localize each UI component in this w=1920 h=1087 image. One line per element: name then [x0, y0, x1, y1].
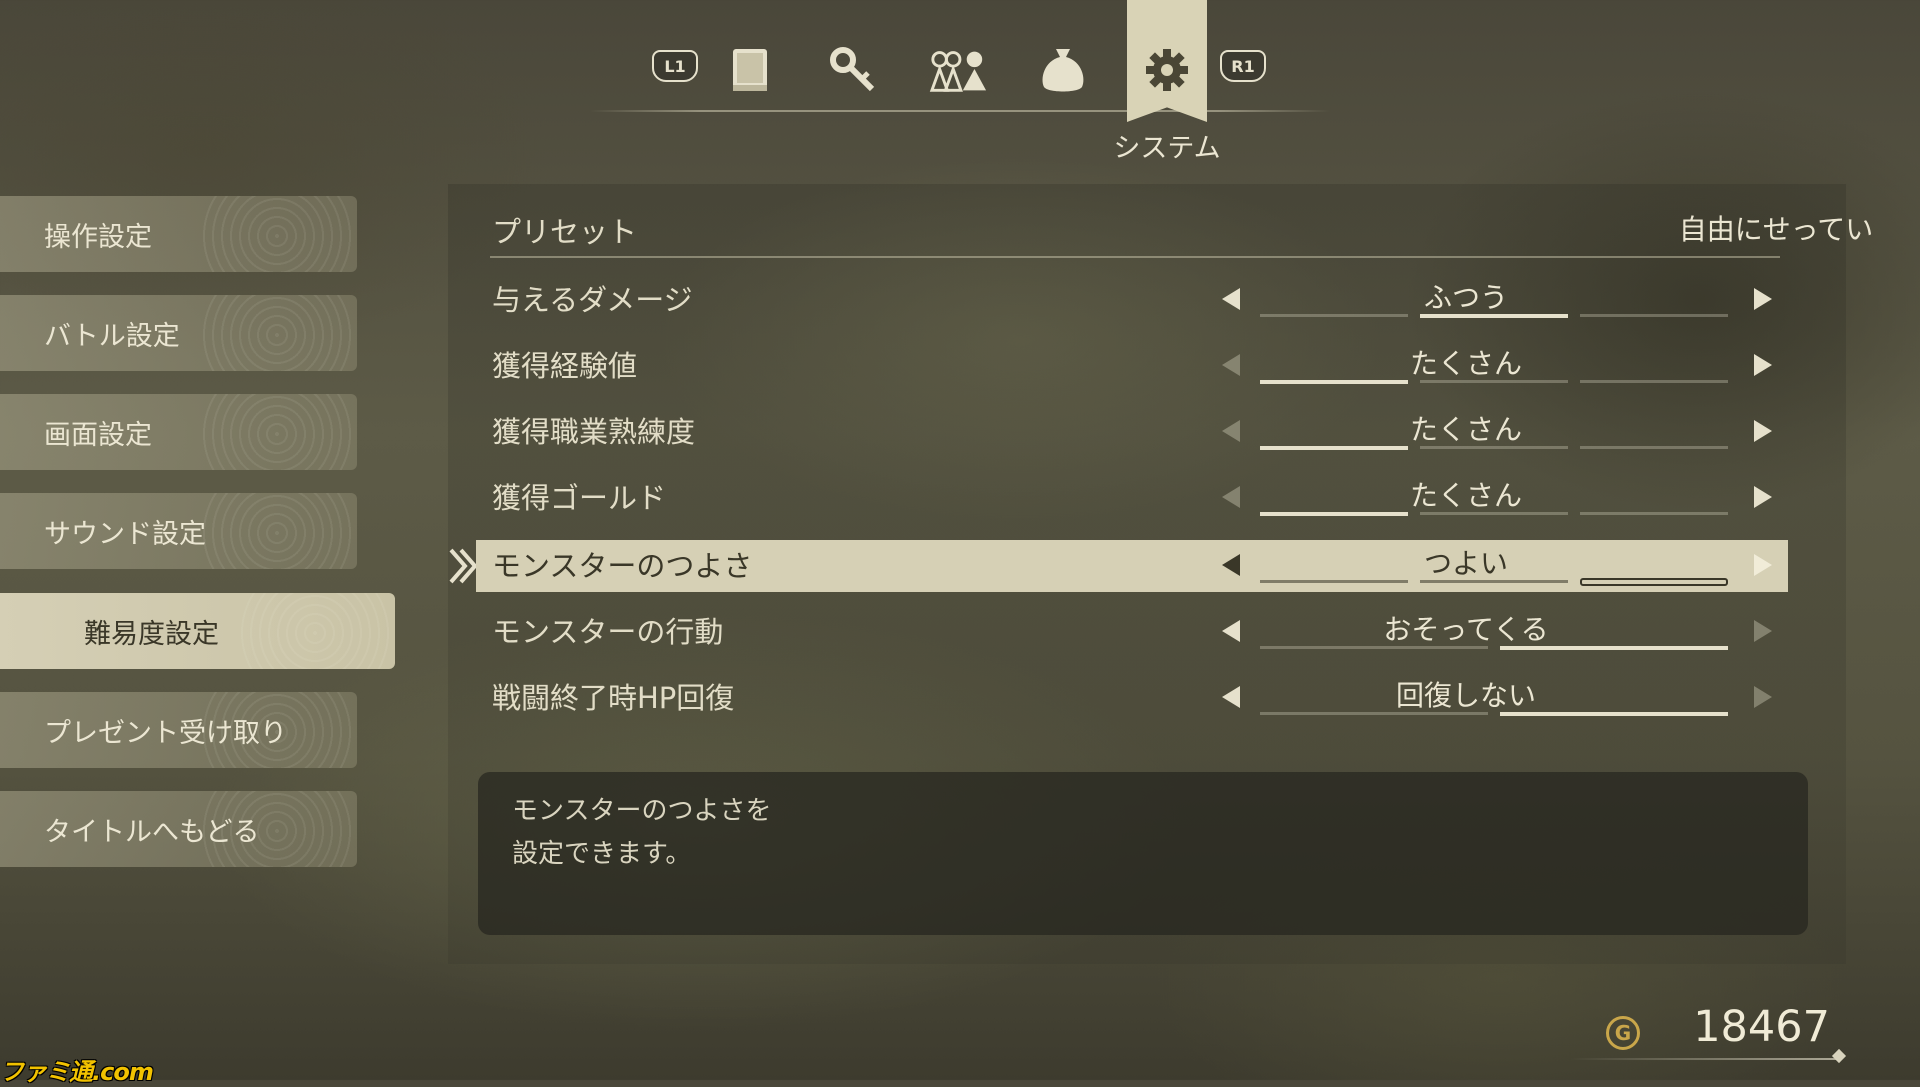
- gold-amount: 18467: [1693, 1002, 1830, 1052]
- sidebar-item-battle[interactable]: バトル設定: [0, 295, 357, 371]
- gold-diamond-ornament: [1831, 1048, 1847, 1064]
- gear-icon: [1146, 49, 1188, 91]
- setting-row-gold[interactable]: 獲得ゴールド たくさん: [476, 472, 1788, 524]
- setting-row-monster-strength[interactable]: モンスターのつよさ つよい: [476, 540, 1788, 592]
- sidebar-item-label: 操作設定: [44, 221, 152, 253]
- preset-row[interactable]: プリセット 自由にせってい: [476, 206, 1873, 258]
- arrow-right-icon[interactable]: [1754, 420, 1772, 442]
- arrow-right-icon[interactable]: [1754, 486, 1772, 508]
- preset-value: 自由にせってい: [1678, 213, 1874, 246]
- setting-row-hp-recovery[interactable]: 戦闘終了時HP回復 回復しない: [476, 672, 1788, 724]
- tab-party[interactable]: [928, 40, 988, 100]
- setting-value: ふつう: [1423, 281, 1508, 314]
- setting-label: 与えるダメージ: [492, 283, 693, 317]
- arrow-right-icon[interactable]: [1754, 288, 1772, 310]
- sidebar-item-difficulty[interactable]: 難易度設定: [0, 593, 395, 669]
- arrow-left-icon[interactable]: [1222, 288, 1240, 310]
- tab-caption-system: システム: [1113, 133, 1221, 164]
- setting-value: たくさん: [1409, 347, 1522, 380]
- setting-value: おそってくる: [1383, 613, 1549, 646]
- preset-divider: [490, 256, 1780, 258]
- arrow-right-icon[interactable]: [1754, 554, 1772, 576]
- sidebar-item-sound[interactable]: サウンド設定: [0, 493, 357, 569]
- sidebar-item-label: バトル設定: [44, 320, 180, 352]
- setting-row-damage[interactable]: 与えるダメージ ふつう: [476, 274, 1788, 326]
- gold-coin-icon: G: [1606, 1016, 1640, 1050]
- arrow-right-icon[interactable]: [1754, 686, 1772, 708]
- sidebar-item-label: 難易度設定: [84, 618, 219, 650]
- sidebar-item-label: タイトルへもどる: [44, 816, 260, 848]
- l1-button-badge[interactable]: L1: [652, 50, 698, 82]
- preset-label: プリセット: [492, 215, 638, 249]
- setting-row-exp[interactable]: 獲得経験値 たくさん: [476, 340, 1788, 392]
- tab-bar-divider: [590, 110, 1330, 112]
- sidebar-item-return-title[interactable]: タイトルへもどる: [0, 791, 357, 867]
- arrow-right-icon[interactable]: [1754, 354, 1772, 376]
- description-box: モンスターのつよさを 設定できます。: [478, 772, 1808, 935]
- sidebar-item-controls[interactable]: 操作設定: [0, 196, 357, 272]
- setting-label: 獲得職業熟練度: [492, 415, 696, 449]
- bag-icon: [1042, 49, 1084, 92]
- setting-label: 獲得ゴールド: [492, 481, 667, 515]
- setting-label: 戦闘終了時HP回復: [492, 681, 735, 715]
- party-icon: [929, 51, 987, 92]
- description-line-1: モンスターのつよさを: [512, 796, 772, 826]
- setting-value: たくさん: [1409, 479, 1522, 512]
- arrow-left-icon[interactable]: [1222, 420, 1240, 442]
- sidebar-item-label: プレゼント受け取り: [44, 717, 287, 749]
- selection-cursor-icon: [449, 548, 478, 584]
- setting-row-job-exp[interactable]: 獲得職業熟練度 たくさん: [476, 406, 1788, 458]
- arrow-left-icon[interactable]: [1222, 354, 1240, 376]
- sidebar-item-present[interactable]: プレゼント受け取り: [0, 692, 357, 768]
- arrow-left-icon[interactable]: [1222, 620, 1240, 642]
- setting-label: モンスターのつよさ: [492, 549, 753, 583]
- tab-items[interactable]: [720, 40, 780, 100]
- sidebar-item-label: 画面設定: [44, 419, 152, 451]
- sidebar-item-display[interactable]: 画面設定: [0, 394, 357, 470]
- r1-button-badge[interactable]: R1: [1220, 50, 1266, 82]
- tab-system[interactable]: [1137, 40, 1197, 100]
- setting-label: 獲得経験値: [492, 349, 638, 383]
- watermark-logo: ファミ通.com: [0, 1058, 154, 1086]
- setting-row-monster-behavior[interactable]: モンスターの行動 おそってくる: [476, 606, 1788, 658]
- gold-underline: [1570, 1058, 1840, 1060]
- key-icon: [830, 47, 875, 92]
- description-line-2: 設定できます。: [512, 839, 692, 869]
- arrow-right-icon[interactable]: [1754, 620, 1772, 642]
- tab-keyitems[interactable]: [823, 40, 883, 100]
- setting-label: モンスターの行動: [492, 615, 724, 649]
- arrow-left-icon[interactable]: [1222, 554, 1240, 576]
- arrow-left-icon[interactable]: [1222, 486, 1240, 508]
- setting-value: たくさん: [1409, 413, 1522, 446]
- setting-value: 回復しない: [1395, 679, 1536, 712]
- book-icon: [733, 49, 767, 91]
- tab-bag[interactable]: [1033, 40, 1093, 100]
- arrow-left-icon[interactable]: [1222, 686, 1240, 708]
- sidebar-item-label: サウンド設定: [44, 518, 206, 550]
- setting-value: つよい: [1423, 547, 1508, 580]
